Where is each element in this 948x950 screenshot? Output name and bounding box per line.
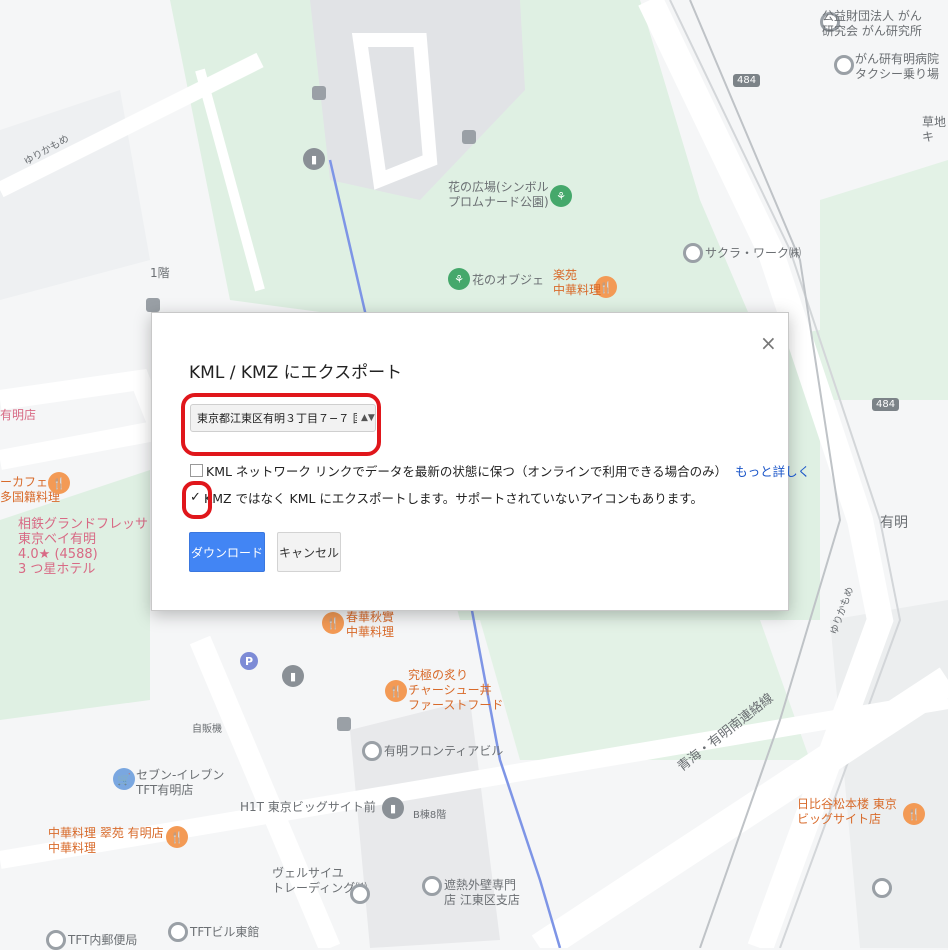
restaurant-icon[interactable]: 🍴	[166, 826, 188, 848]
poi-marker-icon[interactable]	[168, 922, 188, 942]
poi-jihanki: 自販機	[192, 724, 222, 735]
poi-sakura-work[interactable]: サクラ・ワーク㈱	[705, 246, 801, 261]
select-arrows-icon: ▲▼	[361, 413, 375, 423]
location-select[interactable]: 東京都江東区有明３丁目７−７ 国際展示場 ▲▼	[190, 404, 376, 432]
poi-floor1: 1階	[150, 266, 170, 280]
bus-stop-icon[interactable]	[312, 86, 326, 100]
restaurant-icon[interactable]: 🍴	[48, 472, 70, 494]
area-label-ariake: 有明	[880, 515, 908, 531]
download-button[interactable]: ダウンロード	[189, 532, 265, 572]
kml-export-option: ✓ KMZ ではなく KML にエクスポートします。サポートされていないアイコン…	[190, 488, 703, 507]
shop-icon[interactable]: ▮	[382, 797, 404, 819]
network-link-label: KML ネットワーク リンクでデータを最新の状態に保つ（オンラインで利用できる場…	[206, 464, 728, 479]
close-icon[interactable]: ×	[760, 331, 777, 355]
poi-seven-eleven[interactable]: セブン-イレブン TFT有明店	[136, 768, 224, 798]
poi-marker-icon[interactable]	[422, 876, 442, 896]
poi-marker-icon[interactable]	[350, 884, 370, 904]
park-icon[interactable]: ⚘	[448, 268, 470, 290]
poi-hibiya[interactable]: 日比谷松本楼 東京 ビッグサイト店	[797, 797, 897, 827]
store-icon[interactable]: 🛒	[113, 768, 135, 790]
checkmark-icon: ✓	[190, 490, 201, 505]
network-link-option: KML ネットワーク リンクでデータを最新の状態に保つ（オンラインで利用できる場…	[190, 461, 810, 480]
poi-tft-post[interactable]: TFT内郵便局	[68, 933, 137, 948]
shop-icon[interactable]: ▮	[303, 148, 325, 170]
poi-marker-icon[interactable]	[872, 878, 892, 898]
learn-more-link[interactable]: もっと詳しく	[735, 461, 810, 480]
parking-icon[interactable]: P	[240, 652, 258, 670]
poi-marker-icon[interactable]	[683, 243, 703, 263]
poi-cancer-taxi[interactable]: がん研有明病院 タクシー乗り場	[855, 52, 939, 82]
poi-kyukyoku[interactable]: 究極の炙り チャーシュー丼 ファーストフード	[408, 668, 503, 713]
cancel-button[interactable]: キャンセル	[277, 532, 341, 572]
export-dialog: KML / KMZ にエクスポート × 東京都江東区有明３丁目７−７ 国際展示場…	[151, 312, 810, 611]
poi-marker-icon[interactable]	[46, 930, 66, 950]
poi-kusa: 草地 キ	[922, 115, 947, 144]
restaurant-icon[interactable]: 🍴	[903, 803, 925, 825]
kml-export-checkbox[interactable]: ✓	[190, 490, 201, 505]
poi-tft-bldg[interactable]: TFTビル東館	[190, 925, 259, 940]
bus-stop-icon[interactable]	[462, 130, 476, 144]
restaurant-icon[interactable]: 🍴	[322, 612, 344, 634]
poi-shanetsu[interactable]: 遮熱外壁専門 店 江東区支店	[444, 878, 520, 908]
poi-rakuen[interactable]: 楽苑 中華料理	[553, 268, 601, 298]
poi-cancer-foundation[interactable]: 公益財団法人 がん 研究会 がん研究所	[822, 9, 922, 39]
poi-sotetsu-hotel[interactable]: 相鉄グランドフレッサ 東京ベイ有明 4.0★ (4588) 3 つ星ホテル	[18, 517, 148, 577]
dialog-title: KML / KMZ にエクスポート	[189, 363, 403, 383]
kml-export-label: KMZ ではなく KML にエクスポートします。サポートされていないアイコンもあ…	[204, 491, 704, 506]
park-icon[interactable]: ⚘	[550, 185, 572, 207]
poi-bldg8: B棟8階	[413, 810, 447, 821]
restaurant-icon[interactable]: 🍴	[385, 680, 407, 702]
bus-stop-icon[interactable]	[337, 717, 351, 731]
poi-ariake-store[interactable]: 有明店	[0, 408, 36, 423]
route-484-shield: 484	[872, 398, 900, 411]
route-484-shield: 484	[733, 74, 761, 87]
poi-chuka-suien[interactable]: 中華料理 翠苑 有明店 中華料理	[48, 826, 164, 856]
bus-stop-icon[interactable]	[146, 298, 160, 312]
shop-icon[interactable]: ▮	[282, 665, 304, 687]
location-select-value: 東京都江東区有明３丁目７−７ 国際展示場	[197, 412, 357, 425]
poi-shunkan[interactable]: 春華秋實 中華料理	[346, 610, 394, 640]
poi-flower-plaza[interactable]: 花の広場(シンボル プロムナード公園)	[448, 180, 549, 210]
poi-flower-object[interactable]: 花のオブジェ	[472, 273, 544, 288]
network-link-checkbox[interactable]	[190, 464, 203, 477]
poi-h1t[interactable]: H1T 東京ビッグサイト前	[240, 800, 376, 815]
poi-frontier[interactable]: 有明フロンティアビル	[384, 744, 503, 759]
poi-marker-icon[interactable]	[834, 55, 854, 75]
poi-marker-icon[interactable]	[362, 741, 382, 761]
